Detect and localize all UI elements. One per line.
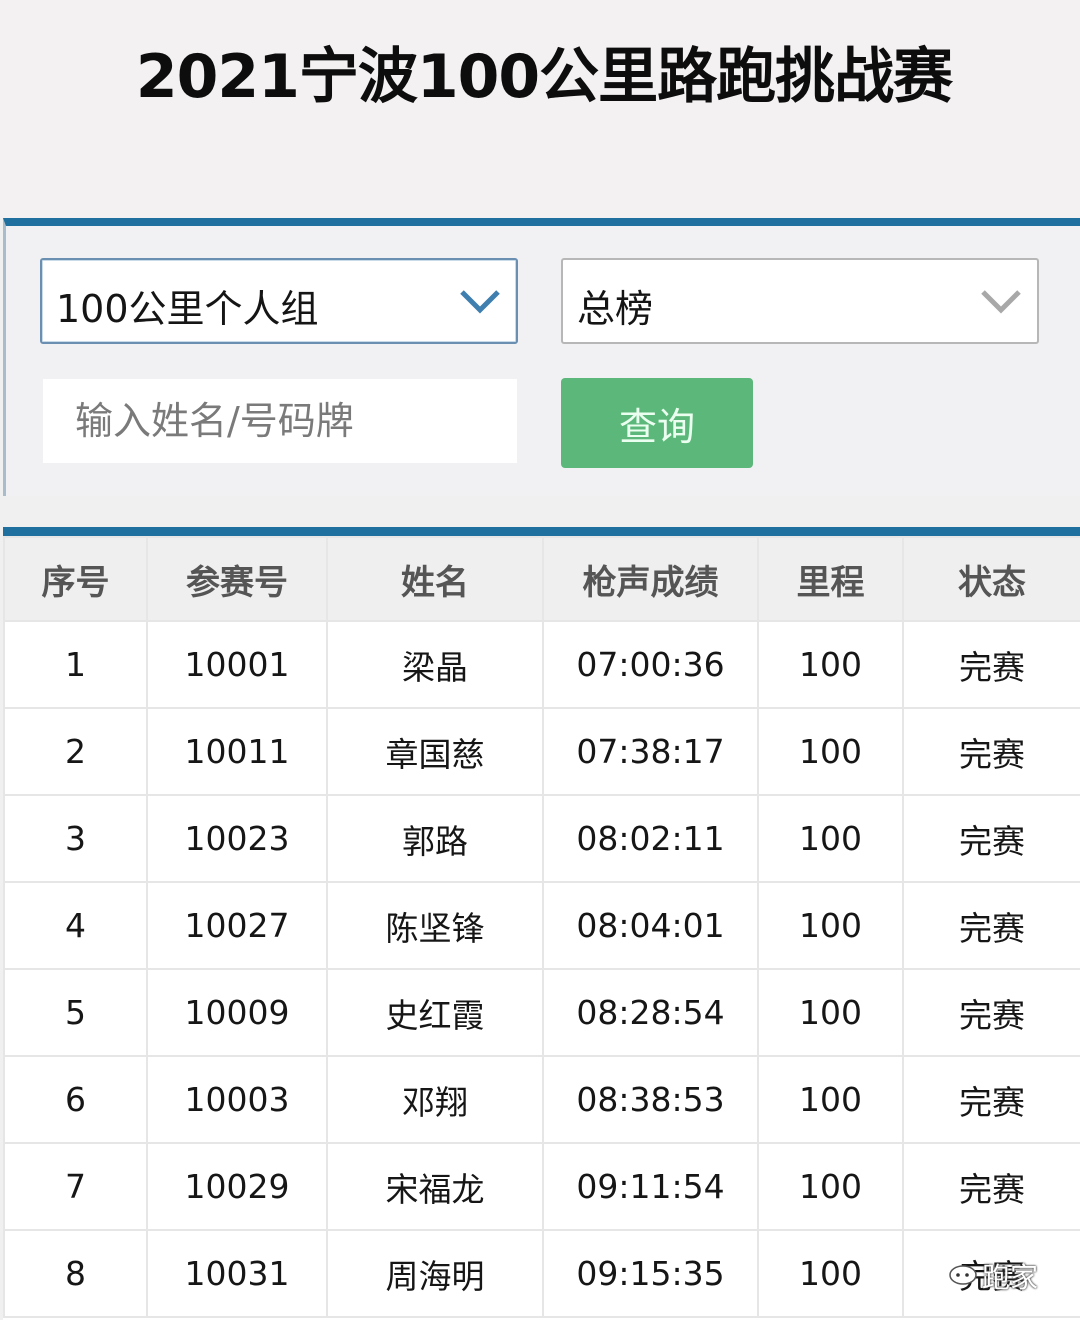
cell-distance: 100 bbox=[757, 620, 904, 709]
cell-rank: 4 bbox=[3, 881, 148, 970]
cell-status: 完赛 bbox=[902, 794, 1080, 883]
cell-name: 章国慈 bbox=[326, 707, 544, 796]
search-input[interactable] bbox=[43, 379, 517, 463]
cell-distance: 100 bbox=[757, 1055, 904, 1144]
cell-rank: 7 bbox=[3, 1142, 148, 1231]
cell-bib: 10029 bbox=[146, 1142, 328, 1231]
board-select[interactable]: 总榜 bbox=[561, 258, 1039, 344]
cell-rank: 3 bbox=[3, 794, 148, 883]
results-table: 序号 参赛号 姓名 枪声成绩 里程 状态 1 10001 梁晶 07:00:36 100… bbox=[3, 527, 1080, 1320]
cell-rank: 2 bbox=[3, 707, 148, 796]
cell-distance: 100 bbox=[757, 1142, 904, 1231]
table-row[interactable]: 6 10003 邓翔 08:38:53 100 完赛 bbox=[3, 1055, 1080, 1144]
cell-name: 邓翔 bbox=[326, 1055, 544, 1144]
cell-status: 完赛 bbox=[902, 620, 1080, 709]
cell-distance: 100 bbox=[757, 968, 904, 1057]
table-header-row: 序号 参赛号 姓名 枪声成绩 里程 状态 bbox=[3, 536, 1080, 622]
cell-rank: 6 bbox=[3, 1055, 148, 1144]
cell-gun-time: 08:04:01 bbox=[542, 881, 759, 970]
cell-name: 梁晶 bbox=[326, 620, 544, 709]
cell-gun-time: 09:11:54 bbox=[542, 1142, 759, 1231]
cell-rank: 5 bbox=[3, 968, 148, 1057]
cell-status: 完赛 bbox=[902, 881, 1080, 970]
col-header-bib[interactable]: 参赛号 bbox=[146, 536, 328, 622]
chevron-down-icon bbox=[460, 290, 500, 314]
cell-gun-time: 07:38:17 bbox=[542, 707, 759, 796]
group-select-value: 100公里个人组 bbox=[56, 287, 319, 331]
cell-bib: 10003 bbox=[146, 1055, 328, 1144]
page-title: 2021宁波100公里路跑挑战赛 bbox=[135, 42, 953, 112]
table-row[interactable]: 4 10027 陈坚锋 08:04:01 100 完赛 bbox=[3, 881, 1080, 970]
table-row[interactable]: 1 10001 梁晶 07:00:36 100 完赛 bbox=[3, 620, 1080, 709]
cell-rank: 1 bbox=[3, 620, 148, 709]
cell-bib: 10009 bbox=[146, 968, 328, 1057]
cell-distance: 100 bbox=[757, 707, 904, 796]
cell-gun-time: 08:28:54 bbox=[542, 968, 759, 1057]
table-row[interactable]: 2 10011 章国慈 07:38:17 100 完赛 bbox=[3, 707, 1080, 796]
cell-distance: 100 bbox=[757, 1229, 904, 1318]
cell-bib: 10011 bbox=[146, 707, 328, 796]
cell-name: 郭路 bbox=[326, 794, 544, 883]
cell-gun-time: 08:02:11 bbox=[542, 794, 759, 883]
cell-status: 完赛 bbox=[902, 968, 1080, 1057]
cell-distance: 100 bbox=[757, 794, 904, 883]
wechat-icon bbox=[949, 1265, 977, 1285]
cell-bib: 10001 bbox=[146, 620, 328, 709]
chevron-down-icon bbox=[981, 290, 1021, 314]
cell-status: 完赛 bbox=[902, 1055, 1080, 1144]
cell-name: 周海明 bbox=[326, 1229, 544, 1318]
cell-rank: 8 bbox=[3, 1229, 148, 1318]
watermark: 跑家 bbox=[948, 1256, 1038, 1296]
cell-name: 宋福龙 bbox=[326, 1142, 544, 1231]
group-select[interactable]: 100公里个人组 bbox=[40, 258, 518, 344]
cell-bib: 10027 bbox=[146, 881, 328, 970]
title-area: 2021宁波100公里路跑挑战赛 bbox=[0, 0, 1080, 218]
col-header-distance[interactable]: 里程 bbox=[757, 536, 904, 622]
query-button[interactable]: 查询 bbox=[561, 378, 753, 468]
cell-gun-time: 08:38:53 bbox=[542, 1055, 759, 1144]
cell-name: 陈坚锋 bbox=[326, 881, 544, 970]
col-header-gun-time[interactable]: 枪声成绩 bbox=[542, 536, 759, 622]
cell-status: 完赛 bbox=[902, 1142, 1080, 1231]
table-row[interactable]: 8 10031 周海明 09:15:35 100 完赛 bbox=[3, 1229, 1080, 1318]
table-row[interactable]: 5 10009 史红霞 08:28:54 100 完赛 bbox=[3, 968, 1080, 1057]
board-select-value: 总榜 bbox=[577, 287, 654, 331]
col-header-name[interactable]: 姓名 bbox=[326, 536, 544, 622]
table-row[interactable]: 3 10023 郭路 08:02:11 100 完赛 bbox=[3, 794, 1080, 883]
col-header-status[interactable]: 状态 bbox=[902, 536, 1080, 622]
filter-panel: 100公里个人组 总榜 查询 bbox=[3, 218, 1080, 496]
table-row[interactable]: 7 10029 宋福龙 09:11:54 100 完赛 bbox=[3, 1142, 1080, 1231]
cell-status: 完赛 bbox=[902, 707, 1080, 796]
col-header-rank[interactable]: 序号 bbox=[3, 536, 148, 622]
cell-distance: 100 bbox=[757, 881, 904, 970]
cell-bib: 10031 bbox=[146, 1229, 328, 1318]
cell-gun-time: 09:15:35 bbox=[542, 1229, 759, 1318]
cell-name: 史红霞 bbox=[326, 968, 544, 1057]
watermark-text: 跑家 bbox=[982, 1261, 1039, 1294]
cell-bib: 10023 bbox=[146, 794, 328, 883]
cell-gun-time: 07:00:36 bbox=[542, 620, 759, 709]
